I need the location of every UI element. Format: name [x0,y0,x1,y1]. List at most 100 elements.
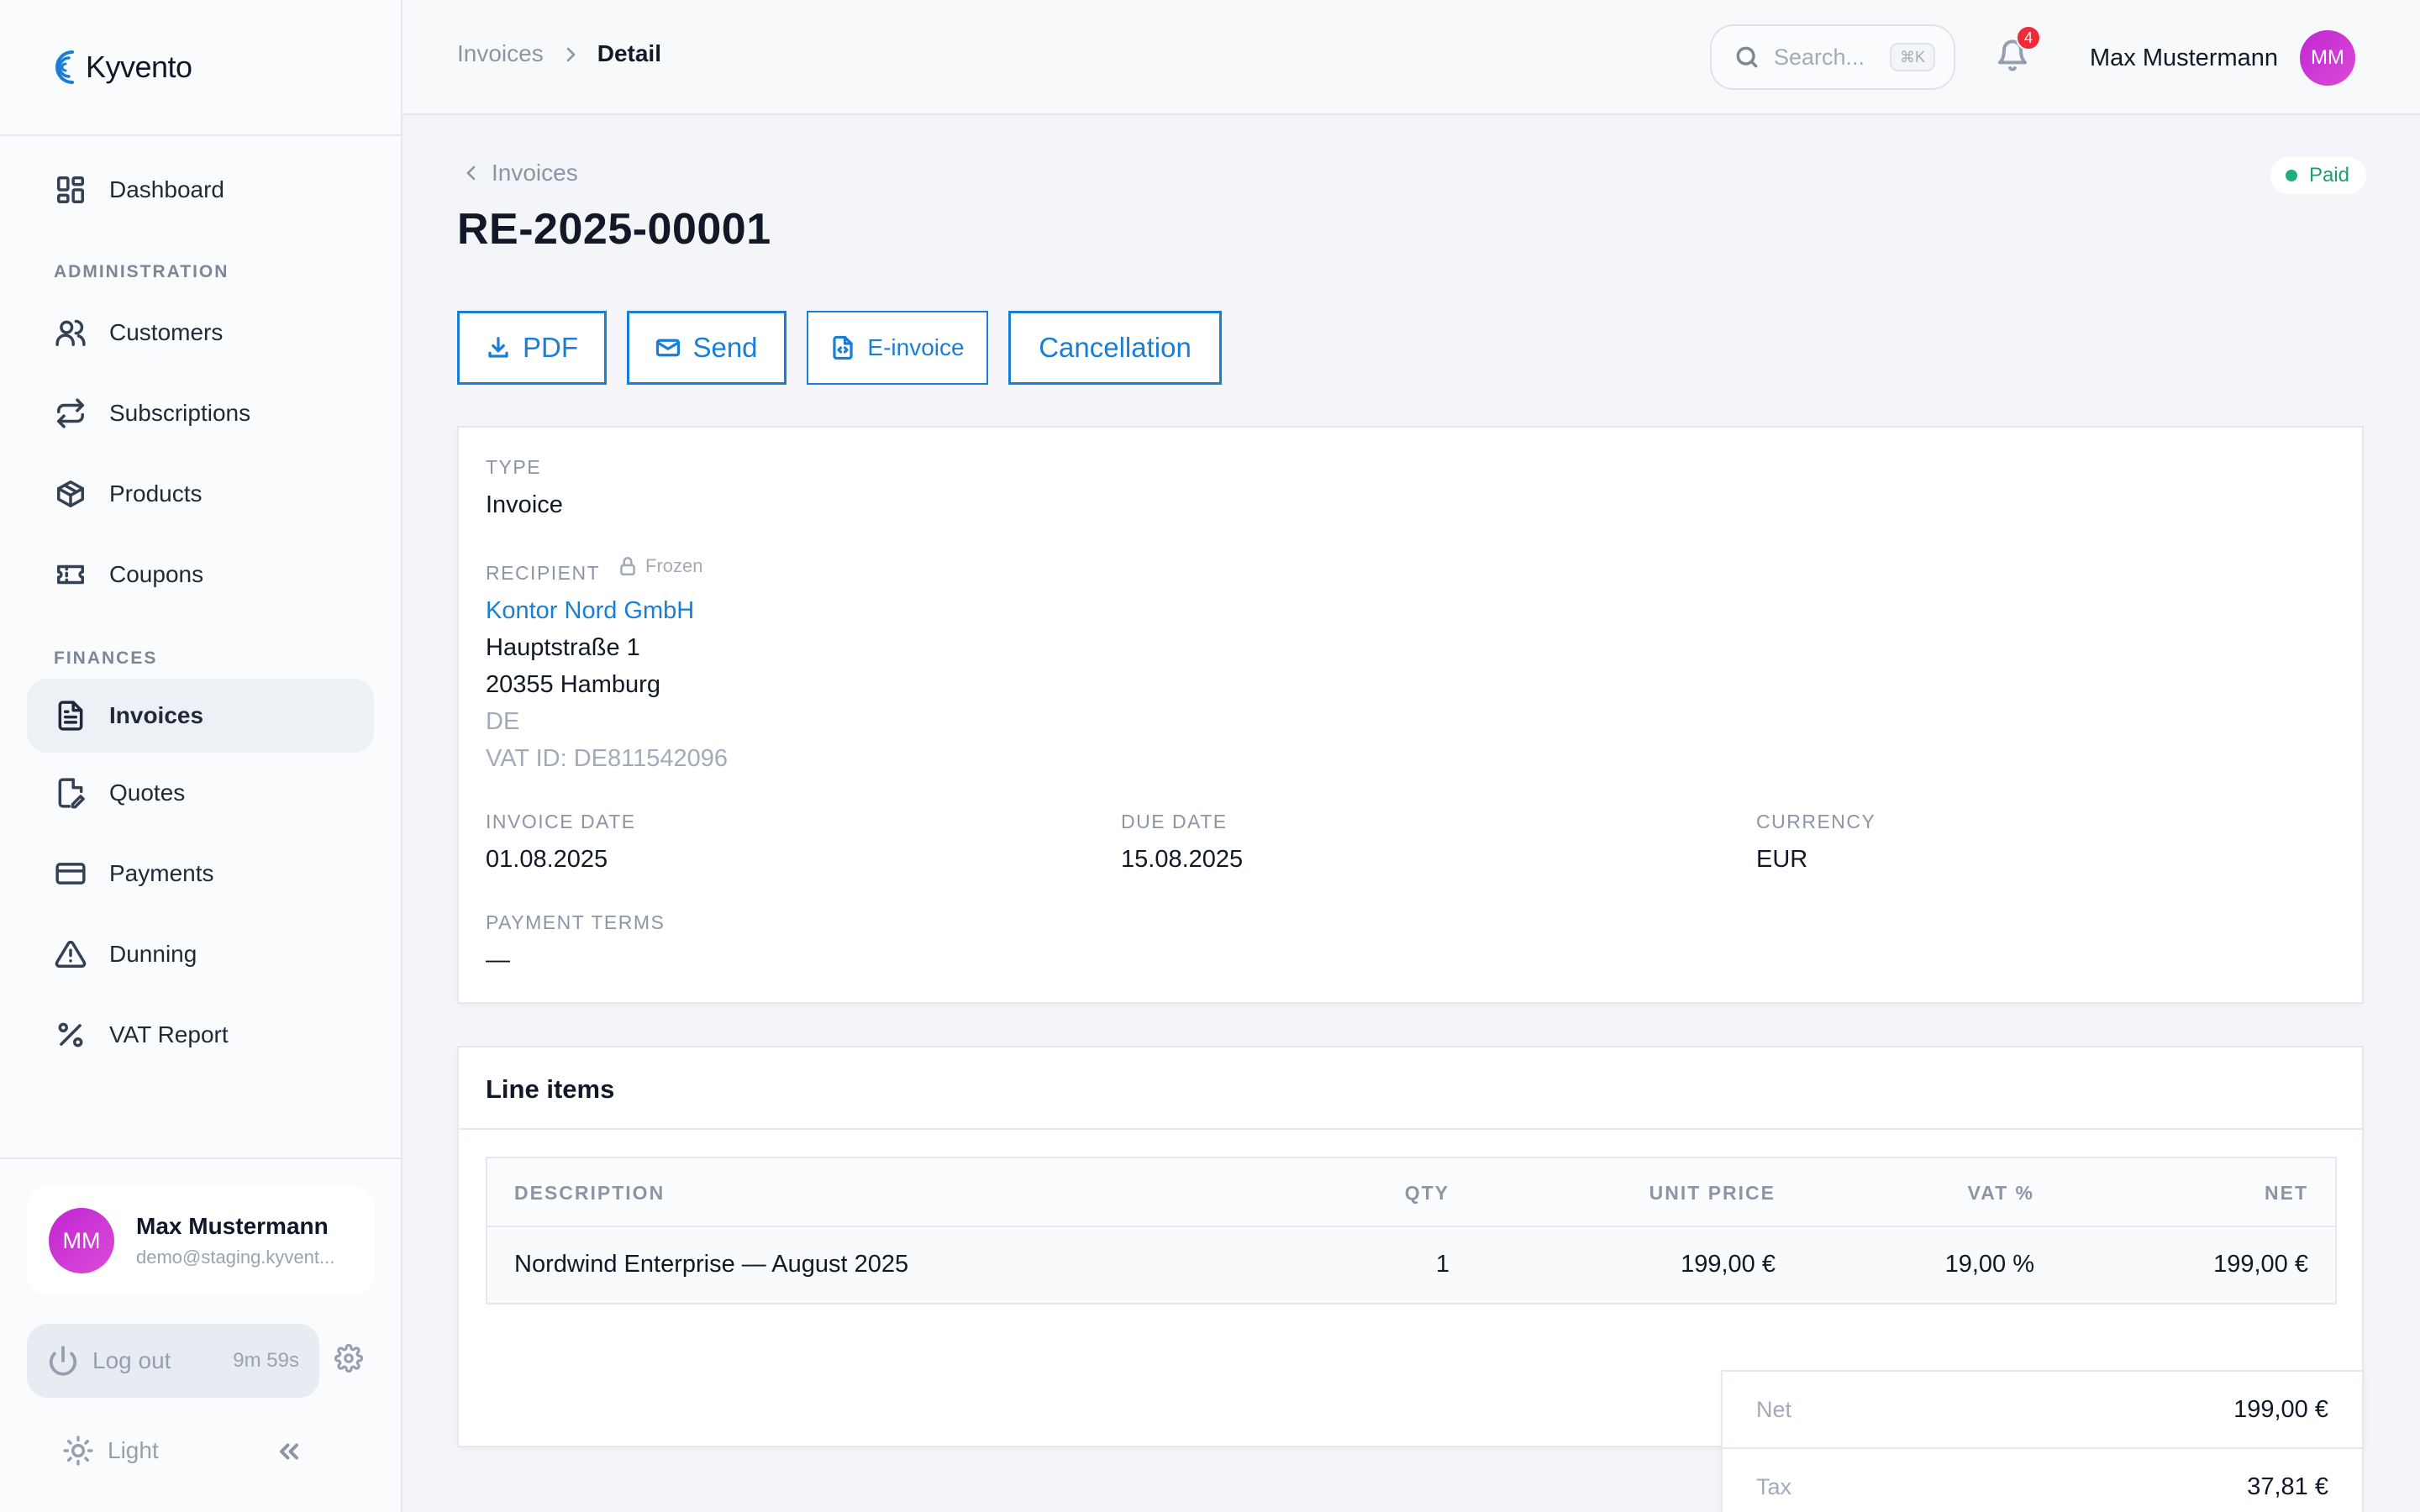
tax-value: 37,81 € [2247,1473,2328,1500]
type-label: TYPE [486,456,542,478]
send-button-label: Send [692,332,758,363]
table-row[interactable]: Nordwind Enterprise — August 2025 1 199,… [487,1227,2335,1303]
cell-qty: 1 [1435,1251,1449,1278]
column-header-description: DESCRIPTION [514,1182,666,1204]
breadcrumb-invoices-link[interactable]: Invoices [457,40,544,67]
brand-name: Kyvento [86,50,192,84]
dashboard-icon [54,173,87,207]
chevron-right-icon [560,44,581,64]
sidebar-item-label: Subscriptions [109,400,251,426]
column-header-unit-price: UNIT PRICE [1649,1182,1776,1204]
sidebar-item-subscriptions[interactable]: Subscriptions [27,373,374,454]
avatar: MM [2300,30,2356,86]
tax-label: Tax [1756,1473,1792,1499]
box-icon [54,477,87,511]
recipient-country: DE [486,708,520,735]
back-label: Invoices [492,160,578,186]
sidebar-item-label: Products [109,480,203,507]
power-icon [49,1346,77,1376]
status-badge: Paid [2270,157,2366,194]
cell-vat: 19,00 % [1944,1251,2034,1278]
line-items-table: DESCRIPTION QTY UNIT PRICE VAT % NET Nor… [486,1157,2337,1305]
cell-net: 199,00 € [2213,1251,2308,1278]
payment-terms-value: — [486,947,510,974]
status-label: Paid [2308,164,2349,186]
main-content: Invoices Paid RE-2025-00001 PDF Send E-i… [402,117,2420,1512]
column-header-qty: QTY [1404,1182,1449,1204]
send-button[interactable]: Send [627,311,786,385]
mail-icon [656,339,681,357]
recipient-city: 20355 Hamburg [486,671,660,698]
currency-value: EUR [1756,846,1808,873]
avatar: MM [49,1208,114,1273]
sidebar-item-label: VAT Report [109,1021,229,1047]
collapse-sidebar-button[interactable] [274,1436,308,1470]
topbar-user-name: Max Mustermann [2090,44,2279,71]
recipient-label: RECIPIENT [486,562,601,584]
brand-logo[interactable]: Kyvento [0,0,401,136]
status-dot [2285,170,2297,181]
line-items-title: Line items [486,1074,615,1104]
due-date-value: 15.08.2025 [1121,846,1244,873]
kyvento-logo-icon [55,50,74,84]
einvoice-button-label: E-invoice [867,334,965,360]
sidebar-item-label: Quotes [109,780,186,806]
sidebar-item-label: Coupons [109,561,204,587]
file-code-icon [833,335,854,360]
payment-terms-label: PAYMENT TERMS [486,911,666,933]
sidebar-item-label: Dunning [109,941,197,967]
percent-icon [54,1018,87,1052]
pdf-button[interactable]: PDF [457,311,607,385]
settings-button[interactable] [334,1343,368,1378]
search-icon [1736,46,1758,68]
totals-tax-row: Tax 37,81 € [1723,1449,2362,1512]
recipient-name-link[interactable]: Kontor Nord GmbH [486,597,694,625]
sidebar-item-coupons[interactable]: Coupons [27,534,374,615]
totals-card: Net 199,00 € Tax 37,81 € [1721,1370,2364,1512]
column-header-vat: VAT % [1967,1182,2034,1204]
search-placeholder: Search... [1774,44,1865,70]
sidebar-item-payments[interactable]: Payments [27,833,374,914]
sidebar-item-label: Invoices [109,702,204,728]
frozen-label: Frozen [645,555,703,576]
sidebar-item-quotes[interactable]: Quotes [27,753,374,833]
invoice-date-value: 01.08.2025 [486,846,608,873]
download-icon [488,337,508,358]
breadcrumb: Invoices Detail [457,40,661,67]
chevron-left-icon [466,165,476,181]
search-input[interactable]: Search... ⌘K [1710,24,1955,90]
invoice-actions: PDF Send E-invoice Cancellation [457,311,1222,385]
totals-net-row: Net 199,00 € [1723,1372,2362,1447]
sidebar-item-dashboard[interactable]: Dashboard [27,153,374,227]
recipient-vat-id: VAT ID: DE811542096 [486,745,729,772]
notification-badge: 4 [2016,25,2041,50]
session-timer: 9m 59s [233,1349,299,1372]
type-value: Invoice [486,491,563,518]
user-menu[interactable]: Max Mustermann MM [2090,30,2356,86]
table-header: DESCRIPTION QTY UNIT PRICE VAT % NET [487,1158,2335,1227]
notifications-button[interactable]: 4 [1996,25,2041,77]
invoice-date-label: INVOICE DATE [486,811,636,832]
section-finances: FINANCES [54,648,158,668]
sidebar-item-products[interactable]: Products [27,454,374,534]
frozen-indicator: Frozen [617,555,702,577]
logout-label: Log out [92,1347,171,1373]
chevrons-left-icon [280,1443,298,1460]
sidebar-item-dunning[interactable]: Dunning [27,914,374,995]
back-to-invoices-link[interactable]: Invoices [461,160,578,186]
sidebar-item-customers[interactable]: Customers [27,292,374,373]
sidebar-item-invoices[interactable]: Invoices [27,679,374,753]
credit-card-icon [54,857,87,890]
invoice-details-card: TYPE Invoice RECIPIENT Frozen Kontor Nor… [457,426,2364,1004]
theme-toggle[interactable]: Light [62,1435,159,1467]
sidebar-footer: MM Max Mustermann demo@staging.kyvent...… [0,1158,401,1512]
section-administration: ADMINISTRATION [54,262,229,281]
cancellation-button[interactable]: Cancellation [1008,311,1222,385]
sidebar-item-vat-report[interactable]: VAT Report [27,995,374,1075]
user-card[interactable]: MM Max Mustermann demo@staging.kyvent... [27,1186,375,1295]
logout-button[interactable]: Log out 9m 59s [27,1324,319,1398]
einvoice-button[interactable]: E-invoice [807,311,988,385]
net-value: 199,00 € [2233,1395,2328,1423]
user-name: Max Mustermann [136,1213,329,1239]
repeat-icon [54,396,87,430]
